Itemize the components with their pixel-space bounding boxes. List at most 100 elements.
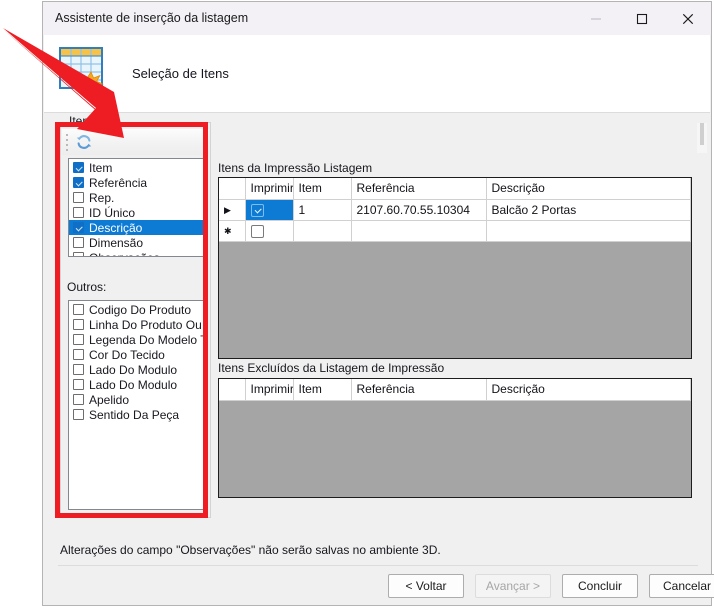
checkbox-icon[interactable] <box>250 203 264 217</box>
checkbox-icon[interactable] <box>73 394 84 405</box>
included-items-grid[interactable]: Imprimir Item Referência Descrição ▶ 1 2… <box>218 177 692 359</box>
list-item[interactable]: Sentido Da Peça <box>69 407 204 422</box>
dialog-window: Assistente de inserção da listagem Seleç… <box>42 1 714 606</box>
column-header-marker[interactable] <box>219 178 246 200</box>
column-header-imprimir[interactable]: Imprimir <box>245 178 294 200</box>
checkbox-icon[interactable] <box>73 192 84 203</box>
table-row[interactable]: ▶ 1 2107.60.70.55.10304 Balcão 2 Portas <box>219 199 691 221</box>
column-header-referencia[interactable]: Referência <box>351 178 487 200</box>
row-descricao-cell[interactable]: Balcão 2 Portas <box>486 199 691 221</box>
included-grid-body: ▶ 1 2107.60.70.55.10304 Balcão 2 Portas <box>219 199 691 242</box>
column-header-imprimir[interactable]: Imprimir <box>245 379 294 401</box>
checkbox-icon[interactable] <box>73 319 84 330</box>
footer-divider <box>58 565 698 566</box>
column-header-item[interactable]: Item <box>293 379 352 401</box>
window-title: Assistente de inserção da listagem <box>55 11 249 25</box>
list-item[interactable]: Legenda Do Modelo Tipo <box>69 332 204 347</box>
cancel-button[interactable]: Cancelar <box>649 574 714 598</box>
list-item[interactable]: Referência <box>69 175 204 190</box>
dialog-body: Itens Item Referência Rep. ID Único Desc… <box>44 113 714 604</box>
finish-button[interactable]: Concluir <box>562 574 638 598</box>
checkbox-icon[interactable] <box>73 304 84 315</box>
list-item[interactable]: Rep. <box>69 190 204 205</box>
scrollbar-thumb[interactable] <box>700 123 704 145</box>
list-item[interactable]: ID Único <box>69 205 204 220</box>
list-item-label: Cor Do Tecido <box>89 347 165 362</box>
row-marker-icon: ▶ <box>219 199 246 221</box>
list-item-label: Referência <box>89 175 148 190</box>
checkbox-icon[interactable] <box>73 379 84 390</box>
table-row-new[interactable]: ✱ <box>219 220 691 242</box>
refresh-icon[interactable] <box>75 133 93 151</box>
wizard-button-row: < Voltar Avançar > Concluir Cancelar <box>388 574 714 598</box>
items-list: Item Referência Rep. ID Único Descrição … <box>69 159 204 256</box>
minimize-icon <box>591 18 601 19</box>
list-item[interactable]: Linha Do Produto Ou Codigo <box>69 317 204 332</box>
list-item[interactable]: Dimensão <box>69 235 204 250</box>
row-item-cell[interactable] <box>293 220 352 242</box>
column-header-referencia[interactable]: Referência <box>351 379 487 401</box>
list-item-selected[interactable]: Descrição <box>69 220 204 235</box>
current-row-arrow-icon: ▶ <box>224 204 231 215</box>
list-item-label: Sentido Da Peça <box>89 407 180 422</box>
itens-group-label: Itens <box>69 114 96 128</box>
vertical-scrollbar[interactable] <box>697 123 707 153</box>
row-descricao-cell[interactable] <box>486 220 691 242</box>
list-item-label: Lado Do Modulo <box>89 362 178 377</box>
list-item-label: Legenda Do Modelo Tipo <box>89 332 204 347</box>
included-grid-table: Imprimir Item Referência Descrição ▶ 1 2… <box>219 178 691 242</box>
row-referencia-cell[interactable]: 2107.60.70.55.10304 <box>351 199 487 221</box>
list-item-label: Apelido <box>89 392 130 407</box>
checkbox-icon[interactable] <box>73 364 84 375</box>
row-print-cell[interactable] <box>245 199 294 221</box>
list-item[interactable]: Lado Do Modulo <box>69 377 204 392</box>
checkbox-icon[interactable] <box>73 349 84 360</box>
checkbox-icon[interactable] <box>73 334 84 345</box>
column-header-descricao[interactable]: Descrição <box>486 178 691 200</box>
excluded-grid-header: Imprimir Item Referência Descrição <box>219 379 691 401</box>
column-header-item[interactable]: Item <box>293 178 352 200</box>
maximize-button[interactable] <box>619 2 665 35</box>
list-item[interactable]: Lado Do Modulo <box>69 362 204 377</box>
row-print-cell[interactable] <box>245 220 294 242</box>
included-grid-title: Itens da Impressão Listagem <box>218 161 373 175</box>
list-item[interactable]: Cor Do Tecido <box>69 347 204 362</box>
items-toolbar <box>62 129 209 155</box>
group-border-left <box>60 122 65 123</box>
others-checked-list[interactable]: Codigo Do Produto Linha Do Produto Ou Co… <box>68 300 205 510</box>
checkbox-icon[interactable] <box>73 409 84 420</box>
checkbox-icon[interactable] <box>73 252 84 256</box>
excluded-grid-title: Itens Excluídos da Listagem de Impressão <box>218 361 445 375</box>
column-header-descricao[interactable]: Descrição <box>486 379 691 401</box>
table-header-row: Imprimir Item Referência Descrição <box>219 379 691 401</box>
itens-group-box: Itens Item Referência Rep. ID Único Desc… <box>60 114 211 518</box>
new-row-marker-icon: ✱ <box>219 220 246 242</box>
wizard-header: Seleção de Itens <box>44 35 710 112</box>
list-item[interactable]: Codigo Do Produto <box>69 302 204 317</box>
checkbox-icon[interactable] <box>73 237 84 248</box>
column-header-marker[interactable] <box>219 379 246 401</box>
outros-label: Outros: <box>67 280 107 294</box>
minimize-button[interactable] <box>573 2 619 35</box>
row-item-cell[interactable]: 1 <box>293 199 352 221</box>
checkbox-icon[interactable] <box>73 207 84 218</box>
checkbox-icon[interactable] <box>73 222 84 233</box>
list-item[interactable]: Apelido <box>69 392 204 407</box>
close-icon <box>682 13 694 24</box>
row-referencia-cell[interactable] <box>351 220 487 242</box>
checkbox-icon[interactable] <box>250 224 264 238</box>
excluded-items-grid[interactable]: Imprimir Item Referência Descrição <box>218 378 692 498</box>
back-button[interactable]: < Voltar <box>388 574 464 598</box>
title-bar: Assistente de inserção da listagem <box>43 2 711 35</box>
list-item[interactable]: Item <box>69 160 204 175</box>
list-item[interactable]: Observações <box>69 250 204 256</box>
caption-button-group <box>573 2 711 35</box>
checkbox-icon[interactable] <box>73 177 84 188</box>
list-item-label: Descrição <box>89 220 143 235</box>
table-header-row: Imprimir Item Referência Descrição <box>219 178 691 200</box>
next-button: Avançar > <box>475 574 551 598</box>
close-button[interactable] <box>665 2 711 35</box>
footer-note: Alterações do campo "Observações" não se… <box>60 543 441 557</box>
items-checked-list[interactable]: Item Referência Rep. ID Único Descrição … <box>68 158 205 257</box>
checkbox-icon[interactable] <box>73 162 84 173</box>
